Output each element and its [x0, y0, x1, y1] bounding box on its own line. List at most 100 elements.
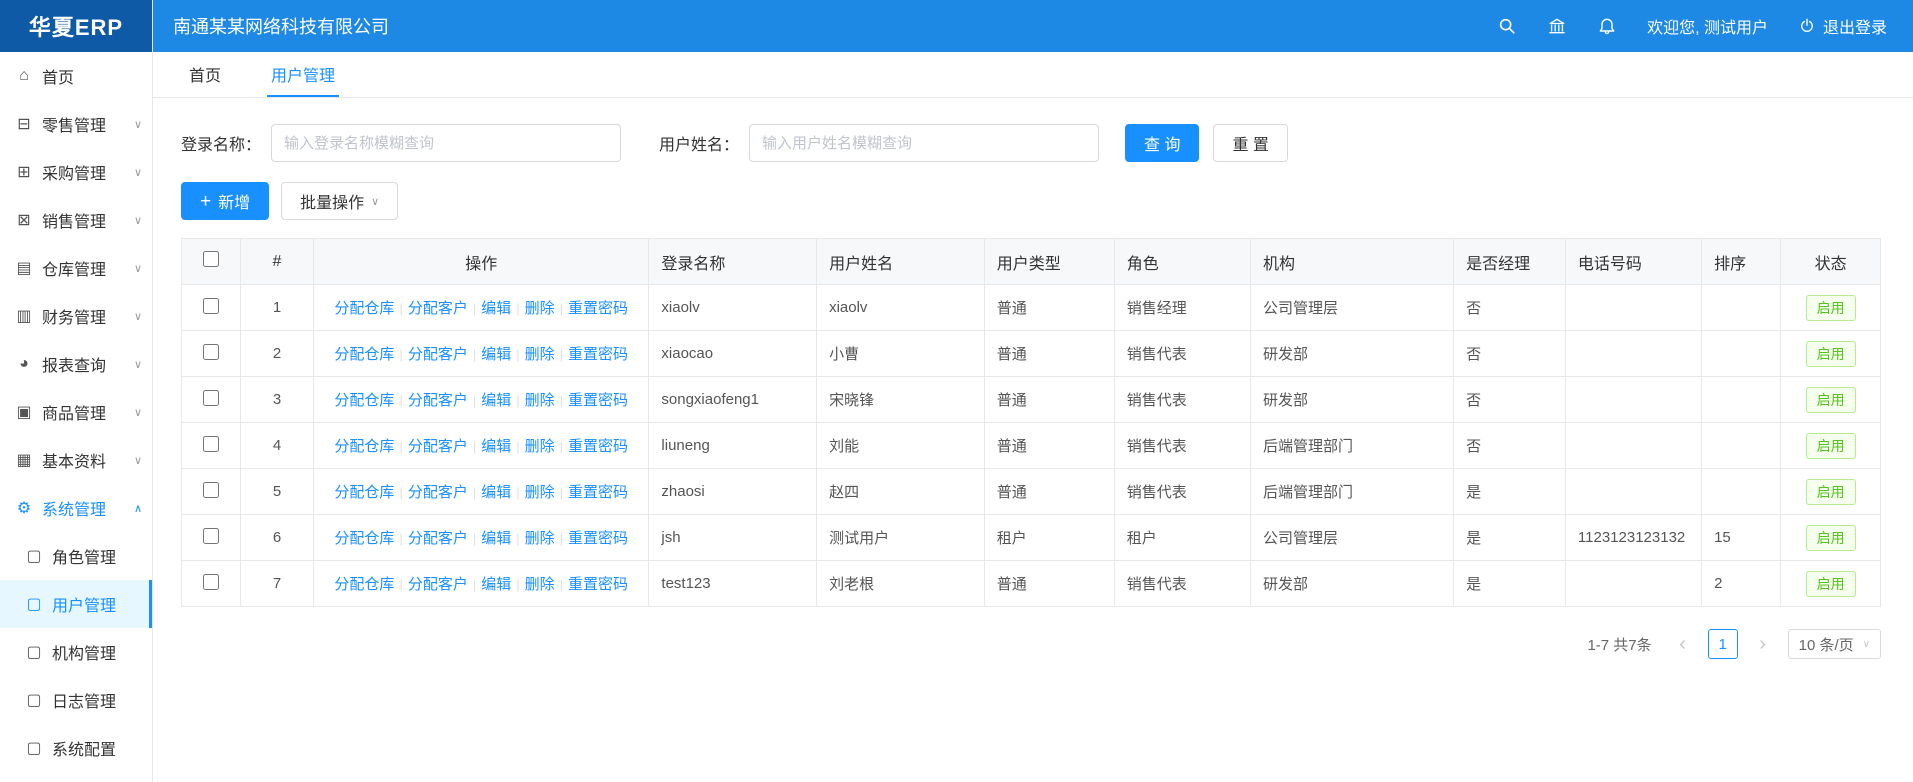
- tab-user-management[interactable]: 用户管理: [267, 52, 339, 97]
- tabs-bar: 首页用户管理: [153, 52, 1913, 98]
- action-separator: |: [560, 531, 563, 546]
- cell-user-type: 普通: [984, 469, 1114, 515]
- edit-link[interactable]: 编辑: [481, 346, 511, 363]
- assign-warehouse-link[interactable]: 分配仓库: [334, 346, 394, 363]
- status-badge[interactable]: 启用: [1806, 387, 1856, 413]
- sidebar-subitem-user[interactable]: ▢用户管理: [0, 580, 152, 628]
- sidebar-item-warehouse[interactable]: ▤仓库管理∨: [0, 244, 152, 292]
- user-name-label: 用户姓名：: [659, 131, 739, 155]
- logout-button[interactable]: 退出登录: [1798, 14, 1887, 38]
- status-badge[interactable]: 启用: [1806, 479, 1856, 505]
- reset-password-link[interactable]: 重置密码: [568, 300, 628, 317]
- sidebar-subitem-log[interactable]: ▢日志管理: [0, 676, 152, 724]
- status-badge[interactable]: 启用: [1806, 295, 1856, 321]
- search-button[interactable]: 查 询: [1125, 124, 1199, 162]
- reset-password-link[interactable]: 重置密码: [568, 484, 628, 501]
- assign-customer-link[interactable]: 分配客户: [408, 300, 468, 317]
- cell-login-name: test123: [649, 561, 817, 607]
- sidebar-item-home[interactable]: ⌂首页: [0, 52, 152, 100]
- edit-link[interactable]: 编辑: [481, 530, 511, 547]
- sidebar-item-report[interactable]: ◕报表查询∨: [0, 340, 152, 388]
- pagination-page-1[interactable]: 1: [1708, 629, 1738, 659]
- delete-link[interactable]: 删除: [525, 346, 555, 363]
- edit-link[interactable]: 编辑: [481, 438, 511, 455]
- sidebar-item-system[interactable]: ⚙系统管理∧: [0, 484, 152, 532]
- assign-customer-link[interactable]: 分配客户: [408, 484, 468, 501]
- status-badge[interactable]: 启用: [1806, 433, 1856, 459]
- page-size-select[interactable]: 10 条/页 ∨: [1788, 629, 1881, 659]
- sidebar-item-goods[interactable]: ▣商品管理∨: [0, 388, 152, 436]
- select-all-checkbox[interactable]: [203, 251, 219, 267]
- assign-warehouse-link[interactable]: 分配仓库: [334, 438, 394, 455]
- row-actions: 分配仓库|分配客户|编辑|删除|重置密码: [314, 469, 649, 515]
- reset-password-link[interactable]: 重置密码: [568, 438, 628, 455]
- row-checkbox[interactable]: [203, 344, 219, 360]
- user-name-input[interactable]: [749, 124, 1099, 162]
- status-badge[interactable]: 启用: [1806, 341, 1856, 367]
- tab-home[interactable]: 首页: [185, 52, 225, 97]
- add-button[interactable]: + 新增: [181, 182, 269, 220]
- cell-is-manager: 是: [1454, 469, 1566, 515]
- reset-password-link[interactable]: 重置密码: [568, 530, 628, 547]
- assign-warehouse-link[interactable]: 分配仓库: [334, 392, 394, 409]
- table-row: 2分配仓库|分配客户|编辑|删除|重置密码xiaocao小曹普通销售代表研发部否…: [182, 331, 1881, 377]
- row-checkbox[interactable]: [203, 574, 219, 590]
- assign-warehouse-link[interactable]: 分配仓库: [334, 530, 394, 547]
- edit-link[interactable]: 编辑: [481, 484, 511, 501]
- reset-password-link[interactable]: 重置密码: [568, 576, 628, 593]
- reset-password-link[interactable]: 重置密码: [568, 346, 628, 363]
- row-checkbox[interactable]: [203, 298, 219, 314]
- row-checkbox[interactable]: [203, 528, 219, 544]
- organization-icon[interactable]: [1547, 16, 1567, 36]
- status-badge[interactable]: 启用: [1806, 571, 1856, 597]
- assign-warehouse-link[interactable]: 分配仓库: [334, 300, 394, 317]
- status-badge[interactable]: 启用: [1806, 525, 1856, 551]
- assign-customer-link[interactable]: 分配客户: [408, 438, 468, 455]
- delete-link[interactable]: 删除: [525, 438, 555, 455]
- doc-icon: ▢: [24, 738, 44, 758]
- delete-link[interactable]: 删除: [525, 530, 555, 547]
- delete-link[interactable]: 删除: [525, 576, 555, 593]
- login-name-input[interactable]: [271, 124, 621, 162]
- batch-operations-button[interactable]: 批量操作 ∨: [281, 182, 398, 220]
- assign-warehouse-link[interactable]: 分配仓库: [334, 484, 394, 501]
- reset-password-link[interactable]: 重置密码: [568, 392, 628, 409]
- row-checkbox[interactable]: [203, 390, 219, 406]
- goods-icon: ▣: [14, 402, 34, 422]
- sidebar-subitem-config[interactable]: ▢系统配置: [0, 724, 152, 772]
- edit-link[interactable]: 编辑: [481, 392, 511, 409]
- row-checkbox[interactable]: [203, 482, 219, 498]
- assign-customer-link[interactable]: 分配客户: [408, 530, 468, 547]
- assign-customer-link[interactable]: 分配客户: [408, 346, 468, 363]
- sidebar-item-purchase[interactable]: ⊞采购管理∨: [0, 148, 152, 196]
- assign-customer-link[interactable]: 分配客户: [408, 576, 468, 593]
- cell-is-manager: 否: [1454, 377, 1566, 423]
- pagination-prev-icon[interactable]: ‹: [1668, 629, 1698, 659]
- app-logo[interactable]: 华夏ERP: [0, 0, 152, 52]
- assign-warehouse-link[interactable]: 分配仓库: [334, 576, 394, 593]
- bell-icon[interactable]: [1597, 16, 1617, 36]
- delete-link[interactable]: 删除: [525, 392, 555, 409]
- chevron-down-icon: ∨: [134, 166, 142, 179]
- row-checkbox[interactable]: [203, 436, 219, 452]
- pagination-next-icon[interactable]: ›: [1748, 629, 1778, 659]
- delete-link[interactable]: 删除: [525, 300, 555, 317]
- sidebar-item-basedata[interactable]: ▦基本资料∨: [0, 436, 152, 484]
- cell-sort: [1702, 423, 1781, 469]
- delete-link[interactable]: 删除: [525, 484, 555, 501]
- sidebar-item-retail[interactable]: ⊟零售管理∨: [0, 100, 152, 148]
- sidebar-item-sales[interactable]: ⊠销售管理∨: [0, 196, 152, 244]
- welcome-text[interactable]: 欢迎您, 测试用户: [1647, 14, 1768, 38]
- logout-label: 退出登录: [1823, 14, 1887, 38]
- filter-bar: 登录名称： 用户姓名： 查 询 重 置: [181, 124, 1913, 162]
- edit-link[interactable]: 编辑: [481, 300, 511, 317]
- sidebar-subitem-org[interactable]: ▢机构管理: [0, 628, 152, 676]
- retail-icon: ⊟: [14, 114, 34, 134]
- cell-org: 研发部: [1250, 331, 1453, 377]
- sidebar-subitem-role[interactable]: ▢角色管理: [0, 532, 152, 580]
- reset-button[interactable]: 重 置: [1213, 124, 1287, 162]
- search-icon[interactable]: [1497, 16, 1517, 36]
- assign-customer-link[interactable]: 分配客户: [408, 392, 468, 409]
- sidebar-item-finance[interactable]: ▥财务管理∨: [0, 292, 152, 340]
- edit-link[interactable]: 编辑: [481, 576, 511, 593]
